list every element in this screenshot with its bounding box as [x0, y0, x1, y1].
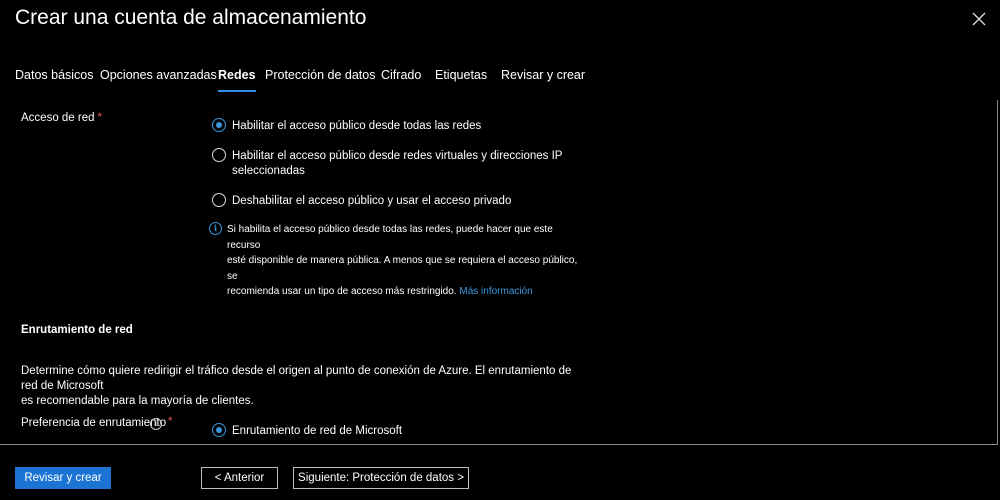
option-line: seleccionadas [232, 165, 305, 177]
option-public-all-networks[interactable]: Habilitar el acceso público desde todas … [232, 119, 481, 134]
required-asterisk: * [165, 416, 172, 428]
tab-datos-basicos[interactable]: Datos básicos [15, 68, 94, 82]
routing-preference-label-text: Preferencia de enrutamiento [21, 417, 167, 429]
radio-disable-public-access[interactable] [212, 193, 226, 207]
footer-divider [0, 444, 997, 445]
option-line: Habilitar el acceso público desde redes … [232, 150, 563, 162]
routing-description: Determine cómo quiere redirigir el tráfi… [21, 364, 581, 409]
info-icon[interactable]: i [150, 418, 162, 430]
next-button[interactable]: Siguiente: Protección de datos > [293, 467, 469, 489]
tab-cifrado[interactable]: Cifrado [381, 68, 421, 82]
option-microsoft-routing[interactable]: Enrutamiento de red de Microsoft [232, 424, 402, 439]
routing-preference-label: Preferencia de enrutamiento [21, 417, 166, 429]
tab-etiquetas[interactable]: Etiquetas [435, 68, 487, 82]
tab-opciones-avanzadas[interactable]: Opciones avanzadas [100, 68, 217, 82]
more-info-link[interactable]: Más información [459, 286, 532, 297]
page-title: Crear una cuenta de almacenamiento [15, 6, 367, 29]
description-line: es recomendable para la mayoría de clien… [21, 395, 254, 407]
previous-button[interactable]: < Anterior [201, 467, 278, 489]
network-access-label-text: Acceso de red [21, 112, 95, 124]
option-public-selected-networks[interactable]: Habilitar el acceso público desde redes … [232, 149, 562, 179]
radio-public-all-networks[interactable] [212, 118, 226, 132]
close-icon[interactable] [970, 10, 988, 28]
info-line: Si habilita el acceso público desde toda… [227, 224, 553, 251]
tab-redes[interactable]: Redes [218, 68, 256, 92]
info-icon: i [209, 222, 222, 235]
tab-revisar-y-crear[interactable]: Revisar y crear [501, 68, 585, 82]
info-line: recomienda usar un tipo de acceso más re… [227, 286, 457, 297]
network-access-label: Acceso de red * [21, 112, 102, 124]
required-asterisk: * [97, 112, 102, 124]
description-line: Determine cómo quiere redirigir el tráfi… [21, 365, 572, 392]
radio-public-selected-networks[interactable] [212, 148, 226, 162]
option-disable-public-access[interactable]: Deshabilitar el acceso público y usar el… [232, 194, 511, 209]
scroll-border [997, 100, 998, 445]
review-create-button[interactable]: Revisar y crear [15, 467, 111, 489]
tab-proteccion-de-datos[interactable]: Protección de datos [265, 68, 376, 82]
routing-section-title: Enrutamiento de red [21, 324, 133, 336]
radio-microsoft-routing[interactable] [212, 423, 226, 437]
info-line: esté disponible de manera pública. A men… [227, 255, 578, 282]
more-options-icon[interactable]: ··· [338, 10, 355, 26]
required-mark: * [168, 416, 173, 428]
public-access-info-text: Si habilita el acceso público desde toda… [227, 222, 587, 300]
